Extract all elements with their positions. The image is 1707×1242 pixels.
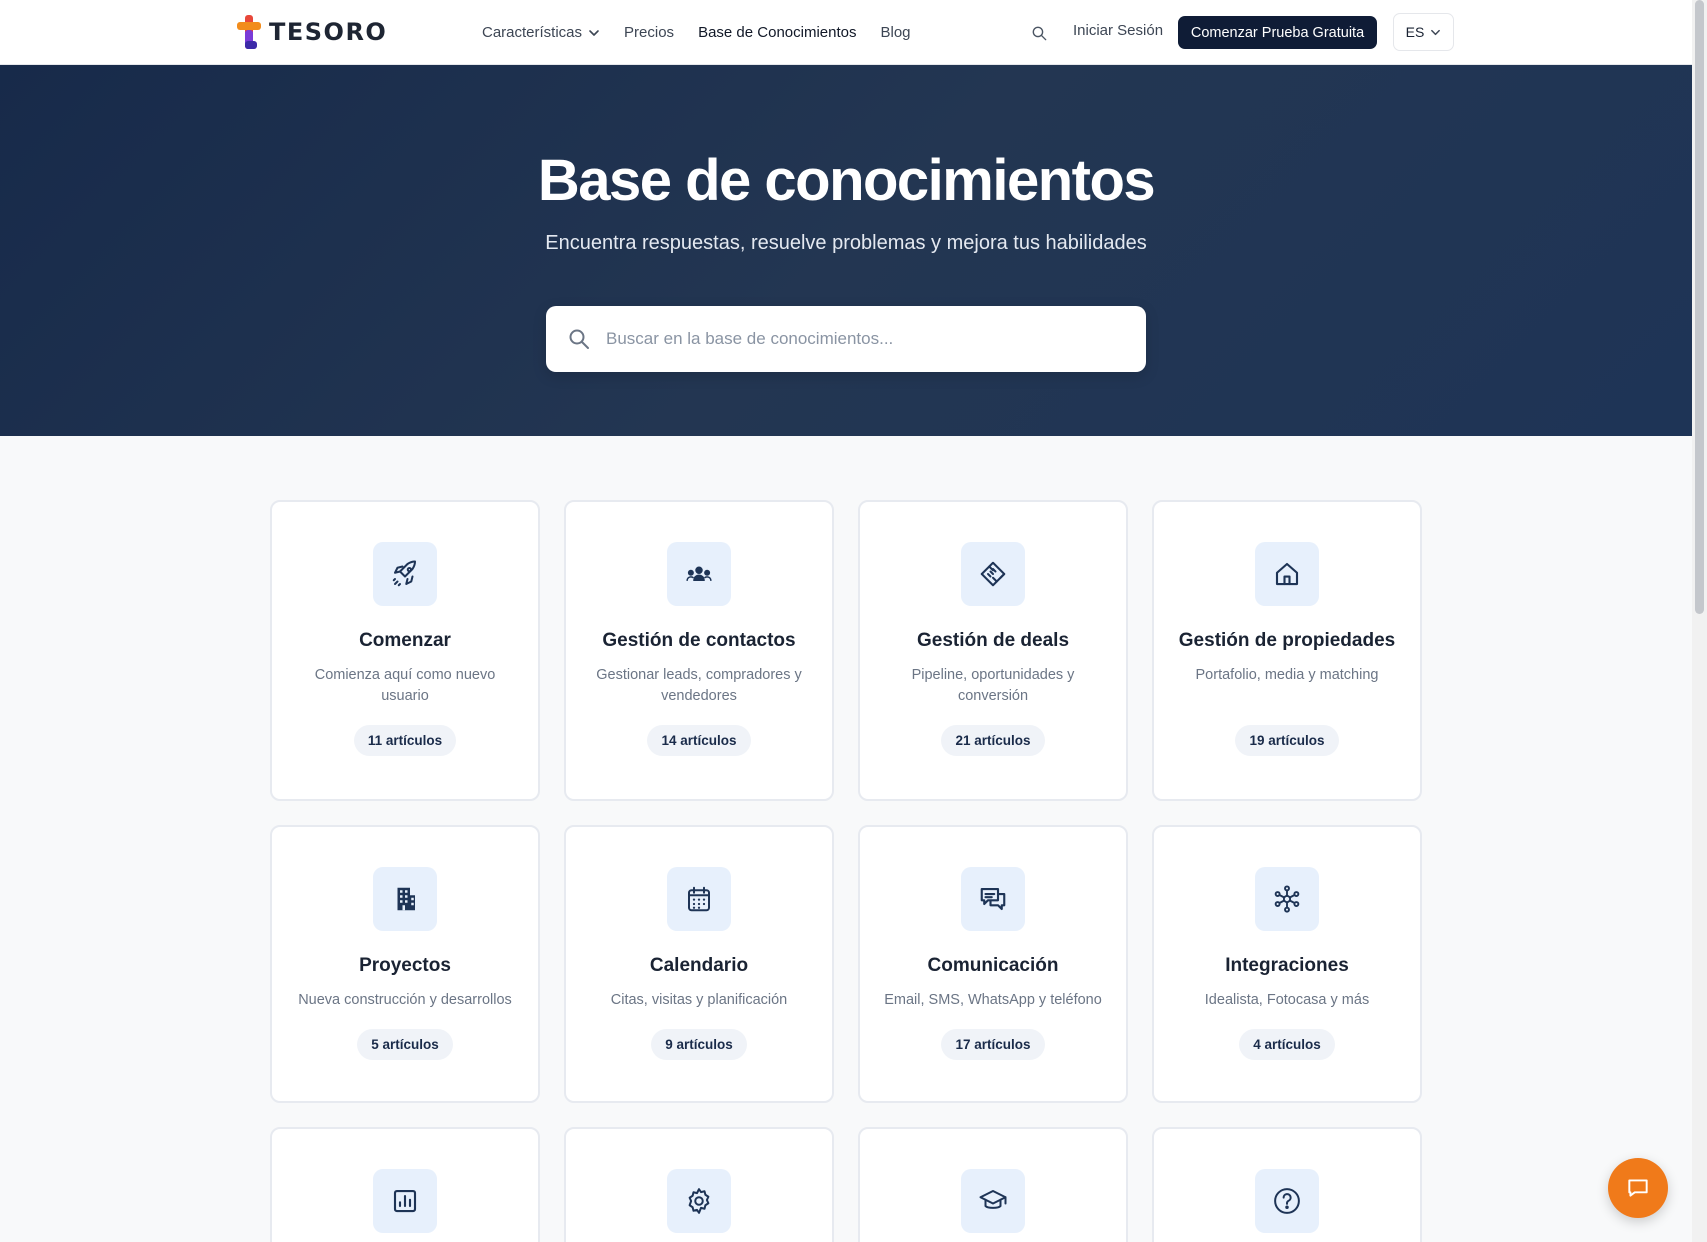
header-search-button[interactable] (1028, 22, 1050, 44)
category-card-reportes[interactable] (270, 1127, 540, 1242)
page-subtitle: Encuentra respuestas, resuelve problemas… (545, 232, 1147, 254)
category-title: Integraciones (1225, 955, 1349, 976)
graduation-cap-icon (979, 1190, 1007, 1209)
category-card-propiedades[interactable]: Gestión de propiedades Portafolio, media… (1152, 500, 1422, 801)
language-code: ES (1405, 24, 1425, 40)
search-input[interactable] (606, 329, 1146, 349)
page-title: Base de conocimientos (537, 148, 1156, 213)
category-description: Portafolio, media y matching (1195, 667, 1379, 683)
nav-item-caracteristicas[interactable]: Características (482, 24, 600, 41)
category-title: Gestión de propiedades (1178, 630, 1396, 651)
calendar-icon (688, 886, 710, 912)
category-icon-box (667, 1169, 731, 1233)
page-scrollbar[interactable] (1692, 0, 1707, 1242)
category-card-contactos[interactable]: Gestión de contactos Gestionar leads, co… (564, 500, 834, 801)
category-icon-box (1255, 1169, 1319, 1233)
category-description: Nueva construcción y desarrollos (298, 992, 512, 1008)
article-count-badge: 11 artículos (353, 725, 457, 756)
category-description: Pipeline, oportunidades y conversión (911, 667, 1075, 704)
chart-icon (393, 1189, 417, 1213)
category-card-comunicacion[interactable]: Comunicación Email, SMS, WhatsApp y telé… (858, 825, 1128, 1103)
nav-item-label: Blog (880, 24, 911, 41)
category-icon-box (961, 1169, 1025, 1233)
category-title: Comenzar (359, 630, 451, 651)
category-card-comenzar[interactable]: Comenzar Comienza aquí como nuevo usuari… (270, 500, 540, 801)
search-icon (1032, 26, 1046, 40)
category-title: Proyectos (359, 955, 451, 976)
article-count-badge: 21 artículos (941, 725, 1045, 756)
category-icon-box (373, 542, 437, 606)
article-count-badge: 17 artículos (941, 1029, 1045, 1060)
category-card-proyectos[interactable]: Proyectos Nueva construcción y desarroll… (270, 825, 540, 1103)
category-title: Gestión de deals (916, 630, 1070, 651)
home-icon (1275, 562, 1299, 586)
search-icon (569, 329, 589, 349)
nav-item-precios[interactable]: Precios (624, 24, 674, 41)
help-circle-icon (1274, 1188, 1300, 1214)
chevron-down-icon (589, 29, 599, 36)
category-icon-box (373, 1169, 437, 1233)
gear-icon (688, 1188, 710, 1214)
rocket-icon (392, 560, 416, 587)
category-grid: Comenzar Comienza aquí como nuevo usuari… (270, 500, 1423, 1242)
chat-bubble-icon (1628, 1179, 1648, 1197)
category-icon-box (667, 867, 731, 931)
category-description: Email, SMS, WhatsApp y teléfono (884, 992, 1102, 1008)
category-title: Gestión de contactos (602, 630, 796, 651)
chat-launcher-button[interactable] (1608, 1158, 1668, 1218)
category-description: Gestionar leads, compradores y vendedore… (596, 667, 802, 704)
article-count-badge: 14 artículos (647, 725, 751, 756)
building-icon (397, 887, 415, 911)
category-card-deals[interactable]: Gestión de deals Pipeline, oportunidades… (858, 500, 1128, 801)
start-trial-button[interactable]: Comenzar Prueba Gratuita (1178, 16, 1377, 49)
site-header: TESORO Características Precios Base de C… (0, 0, 1692, 65)
login-link[interactable]: Iniciar Sesión (1073, 22, 1163, 39)
category-card-calendario[interactable]: Calendario Citas, visitas y planificació… (564, 825, 834, 1103)
hero-section: Base de conocimientos Encuentra respuest… (0, 65, 1692, 436)
nav-item-blog[interactable]: Blog (881, 24, 911, 41)
article-count-badge: 4 artículos (1239, 1029, 1335, 1060)
category-title: Comunicación (927, 955, 1059, 976)
category-icon-box (373, 867, 437, 931)
category-card-ayuda[interactable] (1152, 1127, 1422, 1242)
chevron-down-icon (1431, 29, 1441, 35)
category-description: Comienza aquí como nuevo usuario (314, 667, 496, 704)
main-nav: Características Precios Base de Conocimi… (482, 0, 911, 65)
category-card-formacion[interactable] (858, 1127, 1128, 1242)
article-count-badge: 19 artículos (1235, 725, 1339, 756)
article-count-badge: 5 artículos (357, 1029, 453, 1060)
category-icon-box (961, 867, 1025, 931)
category-title: Calendario (649, 955, 749, 976)
category-card-configuracion[interactable] (564, 1127, 834, 1242)
nav-item-base-conocimientos[interactable]: Base de Conocimientos (698, 24, 856, 41)
category-icon-box (667, 542, 731, 606)
category-icon-box (1255, 867, 1319, 931)
category-description: Idealista, Fotocasa y más (1204, 992, 1370, 1008)
category-description: Citas, visitas y planificación (610, 992, 788, 1008)
category-card-integraciones[interactable]: Integraciones Idealista, Fotocasa y más … (1152, 825, 1422, 1103)
category-icon-box (961, 542, 1025, 606)
article-count-badge: 9 artículos (651, 1029, 747, 1060)
chat-icon (980, 887, 1006, 911)
logo-mark-icon (237, 15, 261, 49)
brand-name: TESORO (269, 18, 388, 46)
handshake-icon (980, 561, 1006, 587)
brand-logo[interactable]: TESORO (237, 15, 387, 49)
users-icon (686, 566, 712, 581)
knowledge-search-box (546, 306, 1146, 372)
nav-item-label: Precios (624, 24, 675, 41)
nav-item-label: Características (482, 24, 583, 41)
network-icon (1274, 885, 1300, 913)
nav-item-label: Base de Conocimientos (698, 24, 857, 41)
scrollbar-thumb[interactable] (1695, 0, 1704, 614)
category-icon-box (1255, 542, 1319, 606)
language-selector[interactable]: ES (1393, 13, 1454, 51)
